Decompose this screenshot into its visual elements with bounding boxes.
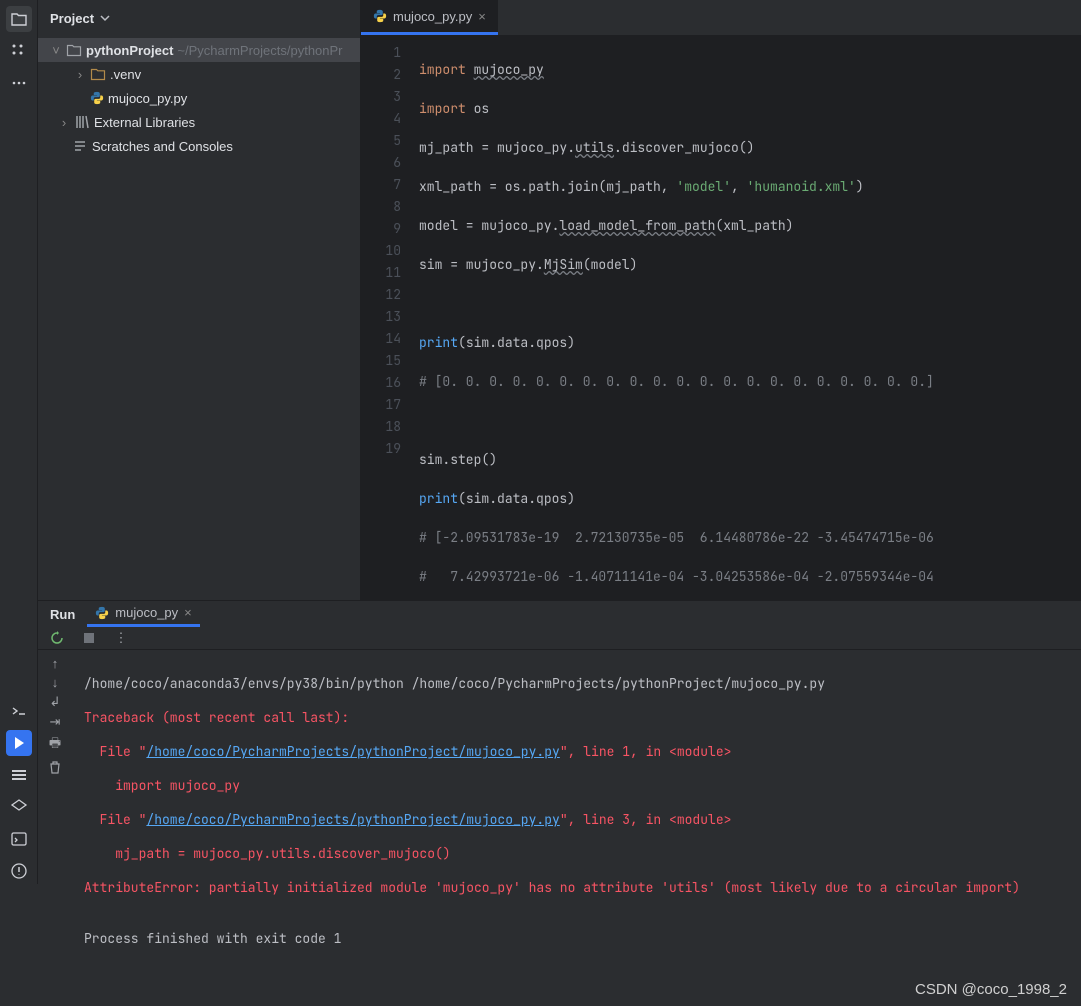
project-panel-title: Project — [50, 11, 94, 26]
python-console-icon[interactable] — [6, 698, 32, 724]
close-icon[interactable]: × — [184, 605, 192, 620]
editor: mujoco_py.py × 1234567891011121314151617… — [361, 0, 1081, 600]
gutter: 12345678910111213141516171819 — [361, 36, 409, 600]
python-file-icon — [90, 91, 104, 105]
editor-tab-mujoco[interactable]: mujoco_py.py × — [361, 0, 498, 35]
tree-root[interactable]: ˅ pythonProject ~/PycharmProjects/python… — [38, 38, 360, 62]
code[interactable]: import mujoco_py import os mj_path = muj… — [409, 36, 1081, 600]
watermark: CSDN @coco_1998_2 — [915, 981, 1067, 998]
rerun-icon[interactable] — [46, 627, 68, 649]
library-icon — [74, 114, 90, 130]
tree-file-mujoco[interactable]: mujoco_py.py — [38, 86, 360, 110]
project-tree[interactable]: ˅ pythonProject ~/PycharmProjects/python… — [38, 36, 360, 600]
down-arrow-icon[interactable]: ↓ — [52, 675, 59, 690]
wrap-icon[interactable]: ↲ — [50, 694, 61, 710]
file-link[interactable]: /home/coco/PycharmProjects/pythonProject… — [146, 811, 559, 828]
print-icon[interactable]: 🖶 — [49, 734, 61, 756]
console-output[interactable]: /home/coco/anaconda3/envs/py38/bin/pytho… — [72, 650, 1081, 1006]
project-panel-header[interactable]: Project — [38, 0, 360, 36]
folder-icon — [66, 42, 82, 58]
run-tab[interactable]: mujoco_py × — [87, 601, 199, 627]
scratches-icon — [72, 138, 88, 154]
run-gutter: ↑ ↓ ↲ ⇥ 🖶 — [38, 650, 72, 1006]
editor-tabbar: mujoco_py.py × — [361, 0, 1081, 36]
editor-tab-label: mujoco_py.py — [393, 9, 472, 24]
python-file-icon — [373, 9, 387, 23]
services-icon[interactable] — [6, 762, 32, 788]
more-icon[interactable] — [6, 70, 32, 96]
chevron-down-icon — [100, 13, 110, 23]
run-panel-header: Run mujoco_py × — [38, 601, 1081, 627]
scroll-icon[interactable]: ⇥ — [50, 714, 61, 730]
tree-scratches[interactable]: Scratches and Consoles — [38, 134, 360, 158]
stop-icon[interactable] — [78, 627, 100, 649]
file-link[interactable]: /home/coco/PycharmProjects/pythonProject… — [146, 743, 559, 760]
activity-bar — [0, 0, 38, 884]
problems-icon[interactable] — [6, 858, 32, 884]
structure-icon[interactable] — [6, 38, 32, 64]
tree-venv[interactable]: › .venv — [38, 62, 360, 86]
run-panel: Run mujoco_py × ⋮ ↑ ↓ ↲ ⇥ 🖶 /home/coco/a… — [38, 600, 1081, 884]
up-arrow-icon[interactable]: ↑ — [52, 656, 59, 671]
project-tool-icon[interactable] — [6, 6, 32, 32]
tree-root-label: pythonProject — [86, 43, 173, 58]
project-panel: Project ˅ pythonProject ~/PycharmProject… — [38, 0, 361, 600]
debug-icon[interactable] — [6, 794, 32, 820]
delete-icon[interactable] — [48, 760, 62, 774]
tree-root-path: ~/PycharmProjects/pythonPr — [177, 43, 342, 58]
close-icon[interactable]: × — [478, 9, 486, 24]
folder-icon — [90, 66, 106, 82]
code-area[interactable]: 12345678910111213141516171819 import muj… — [361, 36, 1081, 600]
run-tool-icon[interactable] — [6, 730, 32, 756]
run-tab-label: mujoco_py — [115, 605, 178, 620]
tree-external-libraries[interactable]: › External Libraries — [38, 110, 360, 134]
run-label: Run — [50, 607, 75, 622]
run-toolbar: ⋮ — [38, 627, 1081, 650]
python-file-icon — [95, 606, 109, 620]
terminal-icon[interactable] — [6, 826, 32, 852]
more-actions-icon[interactable]: ⋮ — [110, 627, 132, 649]
